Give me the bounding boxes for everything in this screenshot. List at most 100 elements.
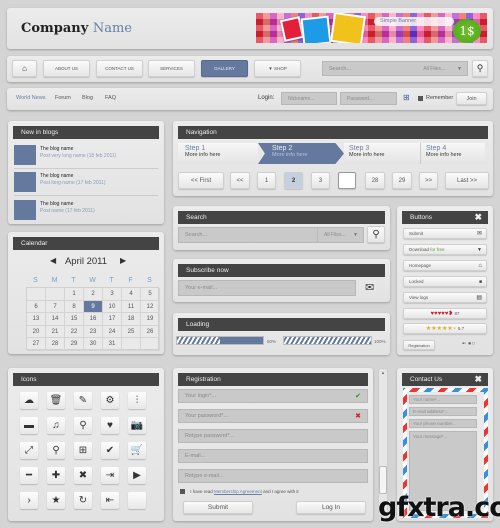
menu-item-gallery[interactable]: GALLERY	[201, 60, 248, 77]
calendar-day[interactable]: 17	[103, 313, 122, 326]
page-28-button[interactable]: 28	[365, 172, 385, 189]
calendar-day[interactable]: 22	[65, 325, 84, 339]
plus-button[interactable]: ✚	[47, 467, 65, 484]
calendar-day[interactable]: 28	[46, 338, 65, 351]
blog-item[interactable]: The blog name Post long name (17 feb 201…	[14, 170, 158, 196]
logout-button[interactable]: ⇥	[101, 467, 119, 484]
calendar-day[interactable]: 4	[122, 288, 141, 301]
calendar-day[interactable]: 9	[84, 300, 103, 314]
menu-item-shop[interactable]: ▼ SHOP	[254, 60, 301, 77]
sliders-button[interactable]: ⫶	[128, 392, 146, 409]
submit-button[interactable]: Submit ✉	[403, 228, 487, 239]
chevron-right-icon[interactable]: ▶	[120, 256, 126, 265]
sitemap-button[interactable]: ⊞	[74, 442, 92, 459]
camera-button[interactable]: 📷	[128, 417, 146, 434]
page-last-button[interactable]: Last >>	[445, 172, 489, 189]
heart-button[interactable]: ♥	[101, 417, 119, 434]
cloud-upload-button[interactable]: ☁	[20, 392, 38, 409]
envelope-icon[interactable]: ✉	[365, 281, 374, 294]
login-button[interactable]: ⇤	[101, 492, 119, 509]
scrollbar-thumb[interactable]	[379, 466, 387, 494]
search-scope-dropdown[interactable]: All Files...	[317, 228, 346, 242]
email-input[interactable]: Your e-mail...	[178, 280, 356, 296]
calendar-day[interactable]: 2	[84, 288, 103, 301]
calendar-day[interactable]: 27	[27, 338, 46, 351]
page-next-button[interactable]: >>	[419, 172, 438, 189]
locked-button[interactable]: Locked ■	[403, 276, 487, 287]
calendar-day[interactable]: 21	[46, 325, 65, 339]
scroll-up-icon[interactable]: ▲	[381, 370, 385, 375]
blog-thumbnail[interactable]	[14, 172, 36, 192]
music-button[interactable]: ♫	[47, 417, 65, 434]
calendar-day[interactable]: 20	[27, 325, 46, 339]
calendar-day[interactable]: 6	[27, 300, 46, 314]
calendar-day[interactable]: 25	[122, 325, 141, 339]
join-button[interactable]: Join	[456, 92, 487, 105]
calendar-day[interactable]: 11	[122, 300, 141, 314]
login-button[interactable]: Log In	[296, 501, 366, 514]
stars-rating[interactable]: ★★★★★⋆ 5.7	[403, 323, 487, 334]
close-icon[interactable]: ✖	[474, 373, 482, 386]
view-logs-button[interactable]: View logs ▤	[403, 292, 487, 303]
calendar-day[interactable]: 29	[65, 338, 84, 351]
play-button[interactable]: ▶	[128, 467, 146, 484]
company-logo[interactable]: Company Name	[21, 21, 132, 36]
chevron-left-icon[interactable]: ◀	[50, 256, 56, 265]
gear-button[interactable]: ⚙	[101, 392, 119, 409]
email-input[interactable]: E-mail...	[178, 449, 368, 463]
refresh-button[interactable]: ↻	[74, 492, 92, 509]
minus-button[interactable]: ━	[20, 467, 38, 484]
trash-button[interactable]: 🗑	[47, 392, 65, 409]
close-button[interactable]: ✖	[74, 467, 92, 484]
chevron-right-button[interactable]: ›	[20, 492, 38, 509]
menu-search-input[interactable]: Search... All Files... ▼	[322, 61, 468, 76]
submit-button[interactable]: Submit	[183, 501, 253, 514]
hearts-rating[interactable]: ♥♥♥♥♥❥ 87	[403, 308, 487, 319]
star-button[interactable]: ★	[47, 492, 65, 509]
link-forum[interactable]: Forum	[55, 95, 71, 101]
step-3[interactable]: Step 3 More info here	[344, 143, 420, 164]
page-prev-button[interactable]: <<	[230, 172, 250, 189]
expand-button[interactable]: ⤢	[20, 442, 38, 459]
retype-password-input[interactable]: Retype password*...	[178, 429, 368, 443]
sitemap-icon[interactable]: ⊞	[403, 93, 410, 102]
membership-agreement-link[interactable]: Membership Agreement	[214, 489, 262, 494]
search-scope-dropdown[interactable]: All Files...	[423, 66, 445, 72]
download-button[interactable]: Download for free ▼	[403, 244, 487, 255]
login-input[interactable]: Your login*... ✔	[178, 389, 368, 403]
agree-checkbox[interactable]	[180, 489, 185, 495]
calendar-day[interactable]: 18	[122, 313, 141, 326]
search-button[interactable]: ⚲	[367, 226, 385, 243]
calendar-day[interactable]: 30	[84, 338, 103, 351]
calendar-day[interactable]: 13	[27, 313, 46, 326]
page-2-button[interactable]: 2	[284, 172, 303, 189]
search-button[interactable]: ⚲	[74, 417, 92, 434]
calendar-day[interactable]: 10	[103, 300, 122, 314]
calendar-day[interactable]: 7	[46, 300, 65, 314]
simple-banner[interactable]: Simple Banner 1$	[256, 13, 487, 43]
comment-button[interactable]: ▬	[20, 417, 38, 434]
view-toggle-icons[interactable]: ▪▫ ●○	[462, 341, 475, 347]
blog-thumbnail[interactable]	[14, 145, 36, 165]
link-blog[interactable]: Blog	[82, 95, 93, 101]
calendar-day[interactable]: 12	[141, 300, 160, 314]
calendar-day[interactable]: 19	[141, 313, 160, 326]
calendar-day[interactable]: 31	[103, 338, 122, 351]
menu-item-about[interactable]: ABOUT US	[43, 60, 90, 77]
remember-checkbox[interactable]	[418, 96, 423, 101]
menu-search-button[interactable]: ⚲	[472, 60, 488, 77]
page-29-button[interactable]: 29	[392, 172, 412, 189]
registration-button[interactable]: Registration	[403, 340, 435, 350]
menu-item-contact[interactable]: CONTACT US	[96, 60, 143, 77]
password-input[interactable]: Password...	[340, 92, 397, 105]
calendar-day[interactable]: 3	[103, 288, 122, 301]
page-input-button[interactable]	[338, 172, 356, 189]
blog-item[interactable]: The blog name Post very long name (18 fe…	[14, 143, 158, 169]
blank-button[interactable]	[128, 492, 146, 509]
step-1[interactable]: Step 1 More info here	[178, 143, 258, 164]
search-input[interactable]: Search... All Files... ▼	[178, 227, 364, 243]
home-button[interactable]: ⌂	[12, 60, 37, 77]
retype-email-input[interactable]: Retype e-mail...	[178, 469, 368, 483]
close-icon[interactable]: ✖	[474, 211, 482, 224]
page-first-button[interactable]: << First	[178, 172, 224, 189]
